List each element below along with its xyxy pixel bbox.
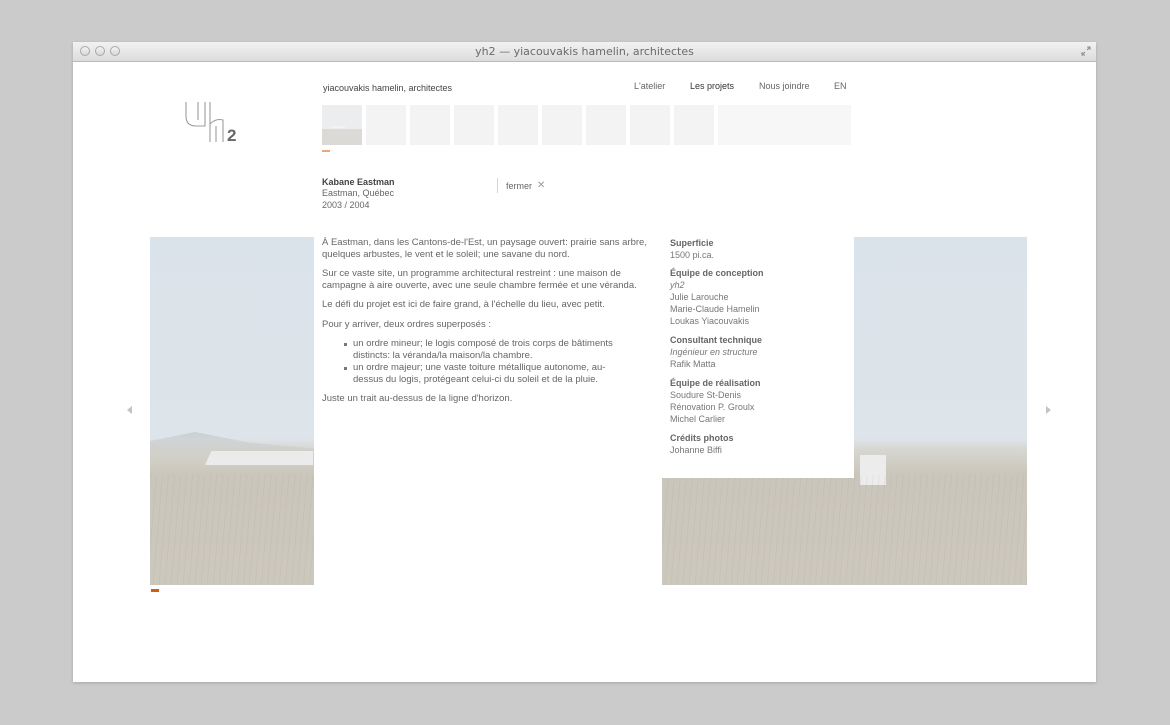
credit-build-member: Soudure St-Denis <box>670 390 742 400</box>
page-content: 2 yiacouvakis hamelin, architectes L'ate… <box>73 62 1096 682</box>
thumbnail-strip-filler <box>718 105 851 145</box>
credit-tech-label: Consultant technique <box>670 335 762 345</box>
credit-build-member: Michel Carlier <box>670 414 726 424</box>
credit-photo-name: Johanne Biffi <box>670 445 722 455</box>
credit-surface-value: 1500 pi.ca. <box>670 250 715 260</box>
credit-surface-label: Superficie <box>670 238 714 248</box>
window-title: yh2 — yiacouvakis hamelin, architectes <box>475 45 694 58</box>
project-thumbnail[interactable] <box>630 105 670 145</box>
credit-build-member: Rénovation P. Groulx <box>670 402 755 412</box>
divider <box>497 178 498 193</box>
description-paragraph: Le défi du projet est ici de faire grand… <box>322 299 605 310</box>
project-thumbnail[interactable] <box>586 105 626 145</box>
description-paragraph: Sur ce vaste site, un programme architec… <box>322 268 637 291</box>
description-paragraph: À Eastman, dans les Cantons-de-l'Est, un… <box>322 237 647 260</box>
project-title: Kabane Eastman <box>322 177 395 187</box>
chevron-left-icon[interactable] <box>127 406 132 414</box>
title-bar: yh2 — yiacouvakis hamelin, architectes <box>73 42 1096 62</box>
credit-design-firm: yh2 <box>670 280 685 290</box>
site-name[interactable]: yiacouvakis hamelin, architectes <box>323 83 452 93</box>
credit-build-label: Équipe de réalisation <box>670 378 761 388</box>
description-bullet: un ordre mineur; le logis composé de tro… <box>353 338 613 361</box>
project-years: 2003 / 2004 <box>322 200 370 210</box>
credit-design-label: Équipe de conception <box>670 268 764 278</box>
description-closing: Juste un trait au-dessus de la ligne d'h… <box>322 393 513 404</box>
project-thumbnail[interactable] <box>454 105 494 145</box>
description-paragraph: Pour y arriver, deux ordres superposés : <box>322 319 491 330</box>
slide-indicator[interactable] <box>151 589 159 592</box>
project-thumbnail[interactable] <box>322 105 362 145</box>
description-bullet: un ordre majeur; une vaste toiture métal… <box>353 362 606 385</box>
close-icon[interactable]: ✕ <box>537 180 545 191</box>
project-thumbnail[interactable] <box>410 105 450 145</box>
yh2-logo[interactable]: 2 <box>183 100 247 144</box>
nav-atelier[interactable]: L'atelier <box>634 81 665 91</box>
credit-design-member: Julie Larouche <box>670 292 729 302</box>
credit-photo-label: Crédits photos <box>670 433 734 443</box>
chevron-right-icon[interactable] <box>1046 406 1051 414</box>
project-thumbnail[interactable] <box>542 105 582 145</box>
svg-text:2: 2 <box>227 126 236 144</box>
project-thumbnails <box>322 105 851 147</box>
credit-tech-role: Ingénieur en structure <box>670 347 758 357</box>
project-thumbnail[interactable] <box>366 105 406 145</box>
nav-language-en[interactable]: EN <box>834 81 847 91</box>
credit-design-member: Loukas Yiacouvakis <box>670 316 750 326</box>
roof-shape <box>205 451 313 465</box>
bullet-marker <box>344 343 347 346</box>
fullscreen-icon[interactable] <box>1081 46 1091 56</box>
credit-design-member: Marie-Claude Hamelin <box>670 304 760 314</box>
nav-projets[interactable]: Les projets <box>690 81 734 91</box>
project-thumbnail[interactable] <box>674 105 714 145</box>
close-project-link[interactable]: fermer <box>506 181 532 191</box>
bullet-marker <box>344 367 347 370</box>
project-location: Eastman, Québec <box>322 188 395 198</box>
thumbnail-active-indicator <box>322 150 330 152</box>
credit-tech-name: Rafik Matta <box>670 359 716 369</box>
browser-window: yh2 — yiacouvakis hamelin, architectes 2… <box>73 42 1096 682</box>
nav-nous-joindre[interactable]: Nous joindre <box>759 81 810 91</box>
thumbnail-image <box>322 105 362 145</box>
project-thumbnail[interactable] <box>498 105 538 145</box>
